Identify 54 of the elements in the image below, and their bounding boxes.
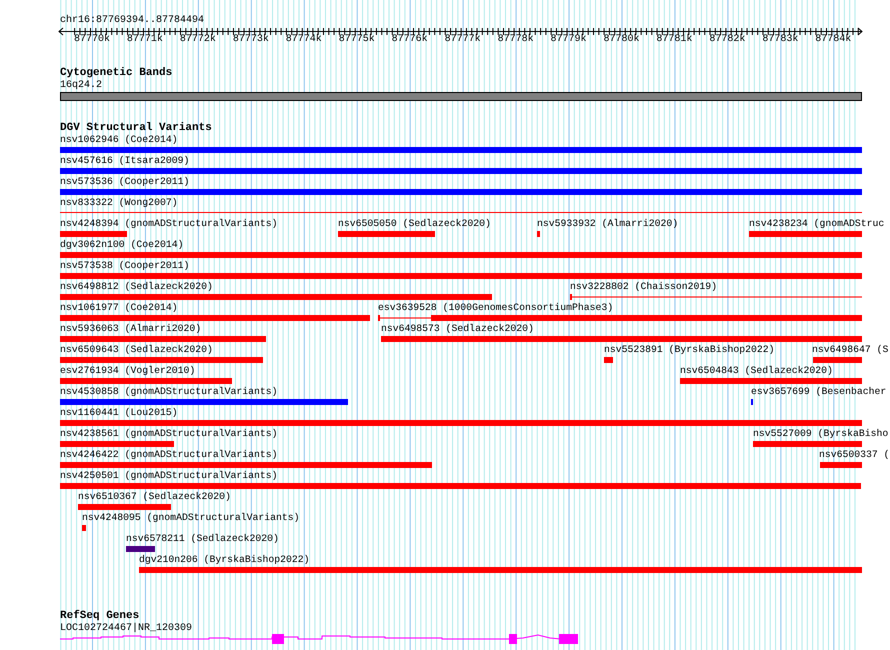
feature-label: nsv4246422 (gnomADStructuralVariants) [60, 449, 278, 461]
location-label: chr16:87769394..87784494 [60, 15, 204, 27]
track-title: DGV Structural Variants [60, 122, 212, 134]
feature-label: nsv3228802 (Chaisson2019) [570, 281, 717, 293]
track-title: Cytogenetic Bands [60, 67, 172, 79]
feature-label: nsv573538 (Cooper2011) [60, 260, 190, 272]
feature-label: nsv6509643 (Sedlazeck2020) [60, 344, 213, 356]
feature-label: nsv6578211 (Sedlazeck2020) [126, 533, 279, 545]
tick-label: 87782k [709, 34, 746, 46]
feature-label: esv3639528 (1000GenomesConsortiumPhase3) [378, 302, 614, 314]
feature-label: nsv1160441 (Lou2015) [60, 407, 178, 419]
feature-label: dgv210n206 (ByrskaBishop2022) [139, 554, 310, 566]
feature-label: nsv573536 (Cooper2011) [60, 176, 190, 188]
feature-label: nsv4238234 (gnomADStruc [749, 218, 884, 230]
feature-label: nsv4250501 (gnomADStructuralVariants) [60, 470, 278, 482]
feature-label: nsv6498573 (Sedlazeck2020) [381, 323, 534, 335]
feature-label: nsv1061977 (Coe2014) [60, 302, 178, 314]
tick-label: 87775k [338, 34, 375, 46]
feature-label: nsv4248095 (gnomADStructuralVariants) [82, 512, 300, 524]
tick-label: 87778k [498, 34, 534, 46]
gene-label: LOC102724467|NR_120309 [60, 623, 192, 635]
tick-label: 87779k [550, 34, 587, 46]
feature-label: nsv6504843 (Sedlazeck2020) [680, 365, 833, 377]
band-label: 16q24.2 [60, 80, 102, 92]
feature-label: nsv833322 (Wong2007) [60, 197, 178, 209]
tick-label: 87781k [656, 34, 692, 46]
feature-label: nsv4530858 (gnomADStructuralVariants) [60, 386, 278, 398]
feature-label: nsv5933932 (Almarri2020) [537, 218, 678, 230]
track-title: RefSeq Genes [60, 610, 140, 622]
feature-label: nsv5527009 (ByrskaBisho [753, 428, 888, 440]
feature-label: esv3657699 (Besenbacher [751, 386, 886, 398]
tick-label: 87777k [444, 34, 481, 46]
tick-label: 87780k [604, 34, 640, 46]
feature-label: nsv6500337 ( [819, 449, 890, 461]
tick-label: 87784k [815, 34, 852, 46]
feature-label: nsv5523891 (ByrskaBishop2022) [604, 344, 774, 356]
feature-label: nsv6510367 (Sedlazeck2020) [78, 491, 231, 503]
feature-label: dgv3062n100 (Coe2014) [60, 239, 184, 251]
tick-label: 87772k [180, 34, 216, 46]
feature-label: nsv1062946 (Coe2014) [60, 134, 178, 146]
feature-label: nsv4248394 (gnomADStructuralVariants) [60, 218, 278, 230]
tick-label: 87771k [126, 34, 163, 46]
tick-label: 87773k [232, 34, 269, 46]
tick-label: 87774k [286, 34, 322, 46]
tick-label: 87770k [74, 34, 110, 46]
tick-label: 87776k [392, 34, 428, 46]
tick-label: 87783k [762, 34, 798, 46]
feature-label: nsv6498812 (Sedlazeck2020) [60, 281, 213, 293]
feature-label: esv2761934 (Vogler2010) [60, 365, 196, 377]
feature-label: nsv4238561 (gnomADStructuralVariants) [60, 428, 278, 440]
feature-label: nsv5936063 (Almarri2020) [60, 323, 202, 335]
feature-label: nsv457616 (Itsara2009) [60, 155, 190, 167]
feature-label: nsv6505050 (Sedlazeck2020) [338, 218, 491, 230]
feature-label: nsv6498647 (S [812, 344, 888, 356]
